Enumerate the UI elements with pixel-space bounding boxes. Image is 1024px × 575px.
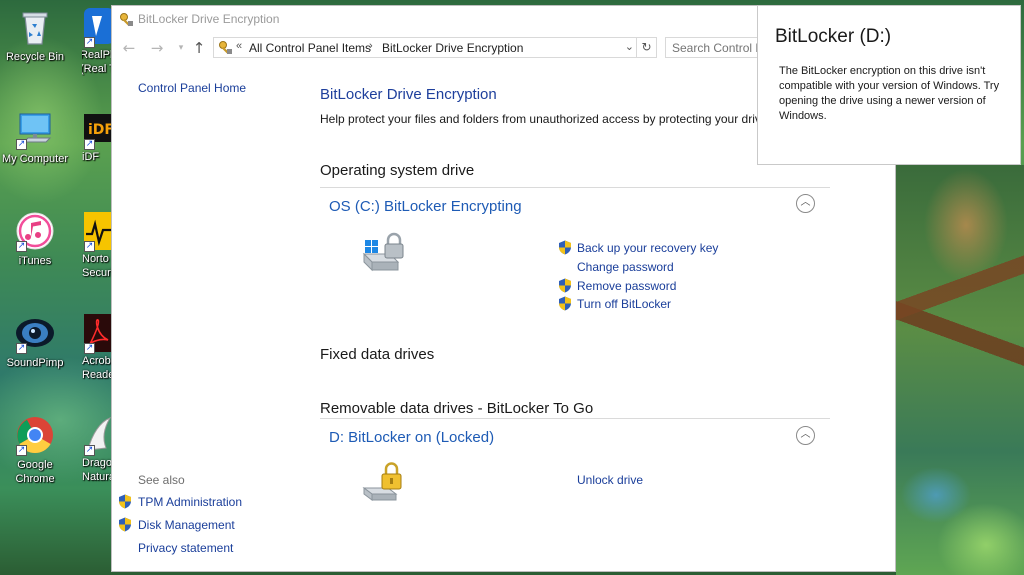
control-panel-home-link[interactable]: Control Panel Home bbox=[138, 81, 246, 95]
desktop-icon-my-computer[interactable]: ↗ My Computer bbox=[0, 108, 70, 166]
desktop-icon-label: Drago Natura bbox=[82, 457, 112, 483]
address-bar[interactable]: « All Control Panel Items › BitLocker Dr… bbox=[213, 37, 637, 58]
toast-title: BitLocker (D:) bbox=[775, 26, 892, 47]
back-arrow-icon[interactable]: ← bbox=[120, 39, 138, 57]
collapse-os-drive-chevron-icon[interactable]: ︿ bbox=[796, 194, 815, 213]
desktop-icon-label: SoundPimp bbox=[6, 357, 64, 369]
itunes-icon: ↗ bbox=[14, 210, 56, 252]
shortcut-arrow-icon: ↗ bbox=[16, 139, 27, 150]
shortcut-arrow-icon: ↗ bbox=[84, 37, 95, 48]
forward-arrow-icon[interactable]: → bbox=[148, 39, 166, 57]
recycle-bin-icon bbox=[14, 6, 56, 48]
chrome-icon: ↗ bbox=[14, 414, 56, 456]
breadcrumb-bitlocker-drive-encryption[interactable]: BitLocker Drive Encryption bbox=[382, 41, 523, 55]
shortcut-arrow-icon: ↗ bbox=[16, 241, 27, 252]
see-also-label: Disk Management bbox=[138, 518, 235, 532]
section-removable-data-drives: Removable data drives - BitLocker To Go bbox=[320, 400, 594, 417]
section-fixed-data-drives: Fixed data drives bbox=[320, 346, 435, 363]
task-label: Unlock drive bbox=[577, 473, 644, 487]
shortcut-arrow-icon: ↗ bbox=[84, 445, 95, 456]
desktop-icon-recycle-bin[interactable]: Recycle Bin bbox=[0, 6, 70, 64]
breadcrumb-separator[interactable]: › bbox=[369, 40, 373, 52]
see-also-heading: See also bbox=[138, 473, 185, 487]
uac-shield-icon bbox=[558, 240, 572, 258]
collapse-removable-drive-chevron-icon[interactable]: ︿ bbox=[796, 426, 815, 445]
removable-drive-lock-icon bbox=[360, 462, 408, 509]
desktop-icon-realplayer[interactable]: ↗ RealPl (Real T bbox=[82, 6, 112, 76]
see-also-label: TPM Administration bbox=[138, 495, 243, 509]
task-label: Change password bbox=[577, 260, 674, 274]
up-arrow-icon[interactable]: ↑ bbox=[190, 39, 208, 57]
toast-message: The BitLocker encryption on this drive i… bbox=[779, 65, 1000, 122]
task-label: Back up your recovery key bbox=[577, 241, 719, 255]
removable-drive-title[interactable]: D: BitLocker on (Locked) bbox=[329, 429, 494, 446]
desktop-icon-idf[interactable]: iDF ↗ iDF bbox=[82, 108, 112, 164]
wallpaper-art bbox=[896, 165, 1024, 575]
breadcrumb-all-control-panel-items[interactable]: All Control Panel Items bbox=[249, 41, 371, 55]
desktop-icon-norton[interactable]: ↗ Norto Securi bbox=[82, 210, 112, 280]
uac-shield-icon bbox=[118, 517, 132, 535]
page-title: BitLocker Drive Encryption bbox=[320, 86, 497, 103]
desktop-icon-soundpimp[interactable]: ↗ SoundPimp bbox=[0, 312, 70, 370]
shortcut-arrow-icon: ↗ bbox=[84, 343, 95, 354]
uac-shield-icon bbox=[118, 494, 132, 512]
idf-icon: iDF ↗ bbox=[82, 108, 112, 150]
realplayer-icon: ↗ bbox=[82, 6, 112, 48]
bitlocker-key-icon bbox=[119, 12, 135, 28]
acrobat-icon: ↗ bbox=[82, 312, 112, 354]
breadcrumb-overflow-chevron[interactable]: « bbox=[236, 40, 242, 52]
shortcut-arrow-icon: ↗ bbox=[84, 139, 95, 150]
desktop-icon-google-chrome[interactable]: ↗ Google Chrome bbox=[0, 414, 70, 486]
desktop-icon-label: iTunes bbox=[18, 255, 52, 267]
desktop-icon-itunes[interactable]: ↗ iTunes bbox=[0, 210, 70, 268]
task-label: Remove password bbox=[577, 279, 677, 293]
desktop-icon-acrobat[interactable]: ↗ Acrob Reade bbox=[82, 312, 112, 382]
address-dropdown-chevron-icon[interactable]: ⌄ bbox=[625, 40, 634, 53]
section-divider bbox=[320, 418, 830, 419]
desktop-icon-label: Acrob Reade bbox=[82, 355, 112, 381]
computer-icon: ↗ bbox=[14, 108, 56, 150]
bitlocker-notification-toast[interactable]: BitLocker (D:) The BitLocker encryption … bbox=[757, 5, 1021, 165]
shortcut-arrow-icon: ↗ bbox=[16, 343, 27, 354]
desktop-icon-label: iDF bbox=[82, 151, 100, 163]
os-drive-title[interactable]: OS (C:) BitLocker Encrypting bbox=[329, 198, 522, 215]
os-drive-lock-icon bbox=[360, 232, 408, 279]
desktop-icon-dragon[interactable]: ↗ Drago Natura bbox=[82, 414, 112, 484]
task-label: Turn off BitLocker bbox=[577, 297, 672, 311]
window-title: BitLocker Drive Encryption bbox=[138, 12, 280, 26]
uac-shield-icon bbox=[558, 278, 572, 296]
shortcut-arrow-icon: ↗ bbox=[16, 445, 27, 456]
see-also-label: Privacy statement bbox=[138, 541, 234, 555]
svg-text:iDF: iDF bbox=[88, 122, 112, 138]
desktop-icon-label: Google Chrome bbox=[15, 459, 55, 485]
left-pane: Control Panel Home See also TPM Administ… bbox=[112, 64, 302, 571]
shortcut-arrow-icon: ↗ bbox=[84, 241, 95, 252]
desktop-icon-label: Norto Securi bbox=[82, 253, 112, 279]
recent-locations-chevron-icon[interactable]: ▾ bbox=[172, 39, 190, 57]
desktop-icon-label: My Computer bbox=[1, 153, 69, 165]
section-operating-system-drive: Operating system drive bbox=[320, 162, 475, 179]
section-divider bbox=[320, 187, 830, 188]
desktop-icon-label: Recycle Bin bbox=[5, 51, 65, 63]
dragon-icon: ↗ bbox=[82, 414, 112, 456]
page-description: Help protect your files and folders from… bbox=[320, 112, 786, 126]
norton-icon: ↗ bbox=[82, 210, 112, 252]
soundpimp-icon: ↗ bbox=[14, 312, 56, 354]
refresh-icon[interactable]: ↻ bbox=[637, 37, 657, 58]
desktop-icon-label: RealPl (Real T bbox=[82, 49, 112, 75]
uac-shield-icon bbox=[558, 296, 572, 314]
bitlocker-key-icon bbox=[218, 40, 234, 56]
